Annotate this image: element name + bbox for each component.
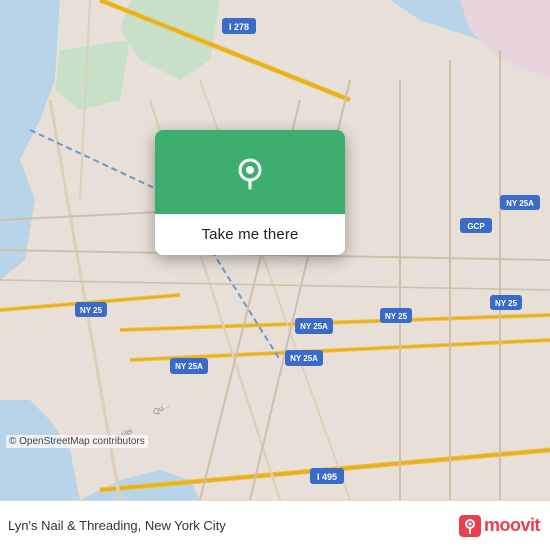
svg-text:GCP: GCP bbox=[467, 222, 485, 231]
svg-text:NY 25: NY 25 bbox=[495, 299, 518, 308]
bottom-bar: Lyn's Nail & Threading, New York City mo… bbox=[0, 500, 550, 550]
svg-text:I 278: I 278 bbox=[229, 22, 249, 32]
popup-header bbox=[155, 130, 345, 214]
moovit-logo[interactable]: moovit bbox=[459, 515, 540, 537]
svg-text:NY 25A: NY 25A bbox=[290, 354, 318, 363]
svg-text:NY 25A: NY 25A bbox=[175, 362, 203, 371]
location-pin-icon bbox=[228, 152, 272, 196]
location-name: Lyn's Nail & Threading, New York City bbox=[8, 518, 226, 533]
svg-text:NY 25A: NY 25A bbox=[300, 322, 328, 331]
svg-text:I 495: I 495 bbox=[317, 472, 337, 482]
popup-card: Take me there bbox=[155, 130, 345, 255]
take-me-there-button[interactable]: Take me there bbox=[155, 214, 345, 255]
osm-credit: © OpenStreetMap contributors bbox=[6, 435, 148, 448]
svg-text:NY 25: NY 25 bbox=[80, 306, 103, 315]
svg-text:NY 25: NY 25 bbox=[385, 312, 408, 321]
map-container[interactable]: I 278 NY 25 NY 25A NY 25A NY 25A NY 25 G… bbox=[0, 0, 550, 500]
moovit-icon bbox=[459, 515, 481, 537]
moovit-text: moovit bbox=[484, 515, 540, 536]
svg-text:NY 25A: NY 25A bbox=[506, 199, 534, 208]
